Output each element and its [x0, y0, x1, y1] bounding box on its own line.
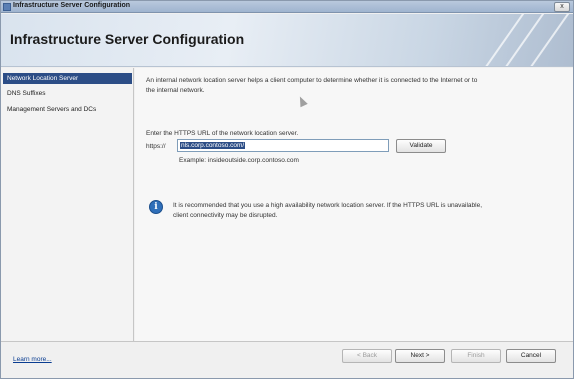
url-input-value: nls.corp.contoso.com/ — [180, 142, 246, 149]
close-button[interactable]: x — [554, 2, 570, 12]
url-prefix: https:// — [146, 143, 166, 150]
nav-item-dns-suffixes[interactable]: DNS Suffixes — [3, 88, 132, 99]
example-text: Example: insideoutside.corp.contoso.com — [179, 157, 299, 164]
wizard-footer: Learn more... < Back Next > Finish Cance… — [1, 341, 573, 378]
cancel-button[interactable]: Cancel — [506, 349, 556, 363]
back-button[interactable]: < Back — [342, 349, 392, 363]
app-icon — [3, 3, 11, 11]
url-input[interactable]: nls.corp.contoso.com/ — [177, 139, 389, 152]
mouse-pointer-icon — [296, 94, 308, 108]
finish-button[interactable]: Finish — [451, 349, 501, 363]
url-label: Enter the HTTPS URL of the network locat… — [146, 130, 299, 137]
nav-item-management-servers[interactable]: Management Servers and DCs — [3, 104, 132, 115]
wizard-navigation: Network Location Server DNS Suffixes Man… — [1, 68, 134, 341]
info-text: It is recommended that you use a high av… — [173, 202, 483, 219]
wizard-window: Infrastructure Server Configuration x In… — [0, 0, 574, 379]
title-bar[interactable]: Infrastructure Server Configuration x — [1, 1, 573, 13]
wizard-header: Infrastructure Server Configuration — [1, 14, 573, 67]
content-panel: An internal network location server help… — [135, 68, 573, 341]
validate-button[interactable]: Validate — [396, 139, 446, 153]
window-title: Infrastructure Server Configuration — [13, 2, 131, 9]
nav-item-network-location-server[interactable]: Network Location Server — [3, 73, 132, 84]
info-icon: i — [149, 200, 163, 214]
intro-text: An internal network location server help… — [146, 77, 478, 94]
learn-more-link[interactable]: Learn more... — [13, 356, 52, 363]
page-title: Infrastructure Server Configuration — [10, 31, 245, 47]
next-button[interactable]: Next > — [395, 349, 445, 363]
